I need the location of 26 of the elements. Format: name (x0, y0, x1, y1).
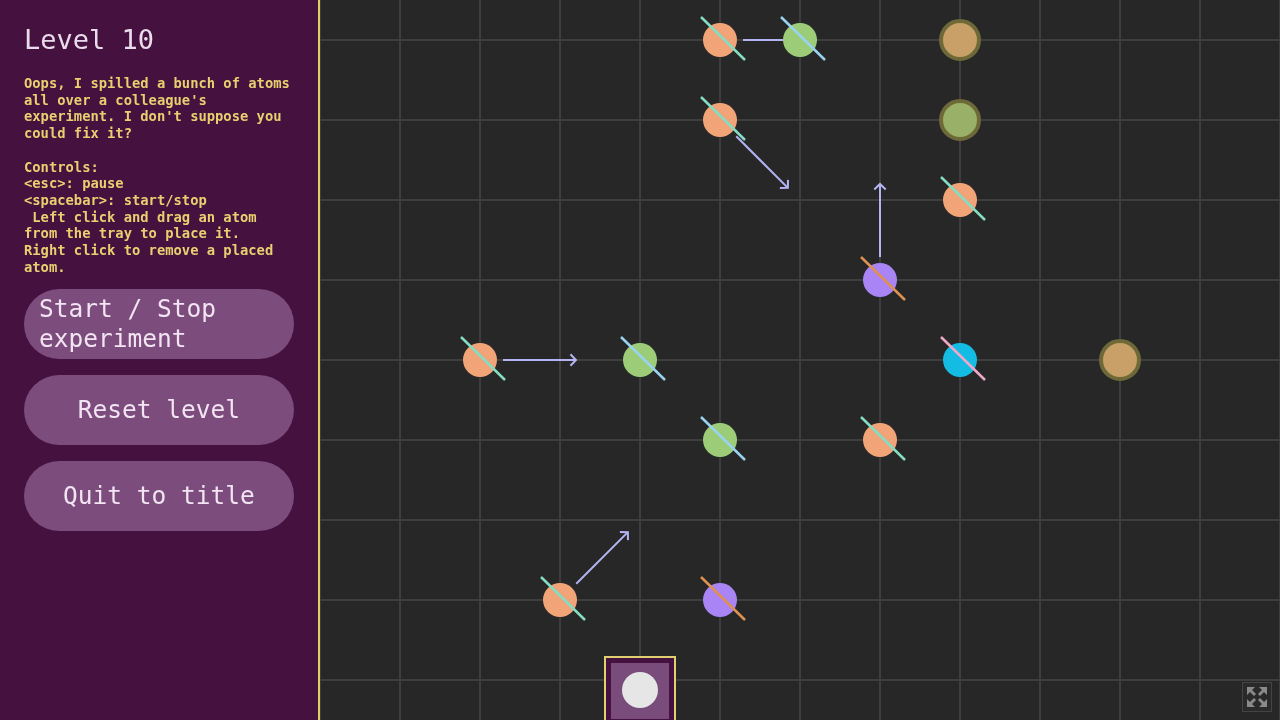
tray-atom[interactable] (621, 671, 659, 709)
fullscreen-button[interactable] (1242, 682, 1272, 712)
level-title: Level 10 (24, 23, 156, 57)
velocity-arrow (575, 531, 629, 585)
atom[interactable] (700, 416, 746, 461)
atom[interactable] (940, 336, 986, 381)
menu-button[interactable]: Quit to title (24, 461, 294, 532)
velocity-arrow (735, 135, 789, 189)
menu-button[interactable]: Start / Stop experiment (24, 289, 294, 360)
atom[interactable] (940, 176, 986, 221)
menu-button[interactable]: Reset level (24, 375, 294, 446)
target-slot[interactable] (939, 99, 981, 141)
atom[interactable] (700, 576, 746, 621)
atom[interactable] (700, 96, 746, 141)
atom[interactable] (620, 336, 666, 381)
target-slot[interactable] (939, 19, 981, 61)
fullscreen-icon (1246, 686, 1268, 708)
target-slot[interactable] (1099, 339, 1141, 381)
atom[interactable] (780, 16, 826, 61)
tray-slot[interactable] (611, 663, 669, 719)
atom[interactable] (460, 336, 506, 381)
instructions-text: Oops, I spilled a bunch of atoms all over a colleague's experiment. I don't suppose you could fix it? Controls: <esc>: pause <spacebar>: start/stop Left click and drag an atom from the tray to place it. Right click to remove a placed atom. (24, 75, 291, 276)
atom[interactable] (860, 256, 906, 301)
atom[interactable] (700, 16, 746, 61)
atom[interactable] (860, 416, 906, 461)
atom[interactable] (540, 576, 586, 621)
